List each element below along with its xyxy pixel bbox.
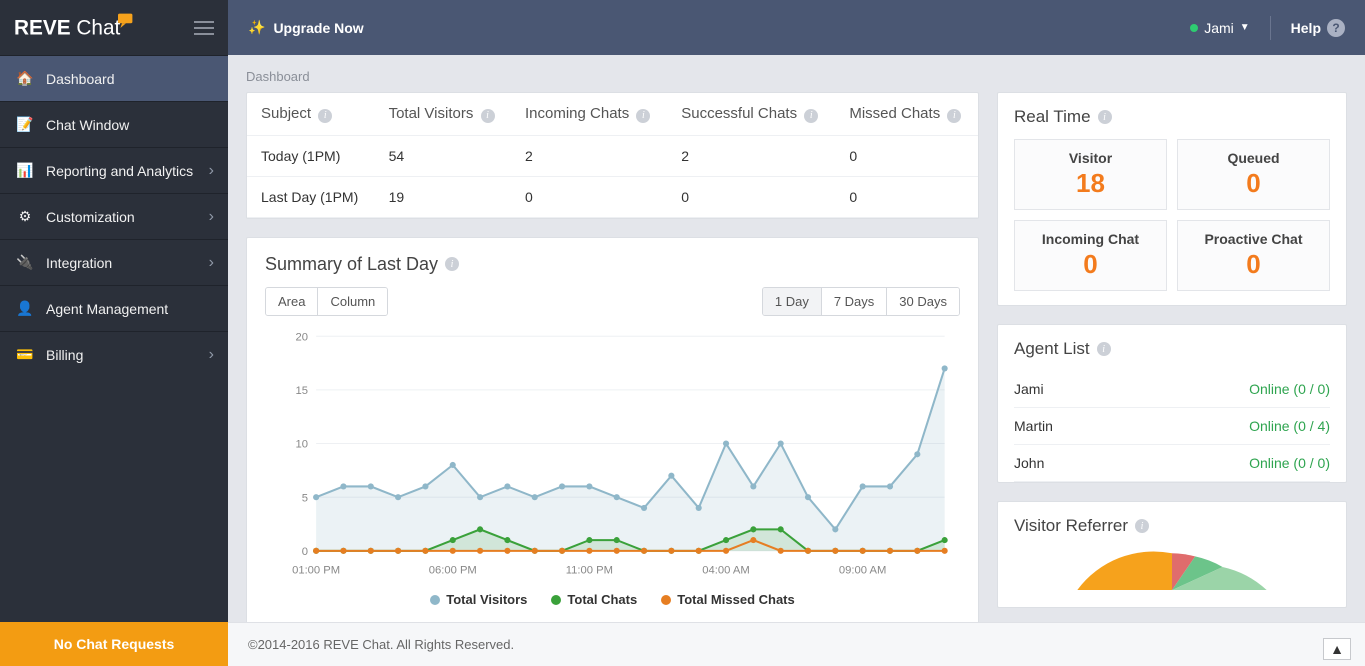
- area-button[interactable]: Area: [266, 288, 317, 315]
- legend-missed: Total Missed Chats: [677, 592, 795, 607]
- legend-visitors: Total Visitors: [446, 592, 527, 607]
- breadcrumb: Dashboard: [246, 69, 1347, 84]
- upgrade-button[interactable]: ✨ Upgrade Now: [248, 19, 364, 36]
- agent-row: JamiOnline (0 / 0): [1014, 371, 1330, 408]
- caret-down-icon: ▼: [1240, 22, 1250, 33]
- th-visitors: Total Visitors i: [375, 93, 511, 135]
- info-icon: i: [947, 109, 961, 123]
- scroll-top-button[interactable]: ▲: [1323, 638, 1351, 660]
- edit-icon: 📝: [16, 116, 34, 133]
- svg-text:REVE: REVE: [14, 16, 71, 39]
- info-icon: i: [1097, 342, 1111, 356]
- menu-toggle-icon[interactable]: [194, 21, 214, 35]
- legend-chats: Total Chats: [567, 592, 637, 607]
- agent-list-title: Agent Listi: [1014, 339, 1330, 359]
- nav-label: Agent Management: [46, 301, 168, 317]
- column-button[interactable]: Column: [317, 288, 387, 315]
- realtime-panel: Real Timei Visitor18 Queued0 Incoming Ch…: [997, 92, 1347, 306]
- referrer-title: Visitor Referreri: [1014, 516, 1330, 536]
- referrer-chart: [1014, 548, 1330, 590]
- user-icon: 👤: [16, 300, 34, 317]
- nav-label: Dashboard: [46, 71, 115, 87]
- info-icon: i: [318, 109, 332, 123]
- nav-label: Reporting and Analytics: [46, 163, 193, 179]
- summary-panel: Summary of Last Dayi Area Column 1 Day 7…: [246, 237, 979, 623]
- chevron-right-icon: ›: [209, 346, 214, 364]
- info-icon: i: [1098, 110, 1112, 124]
- chevron-right-icon: ›: [209, 208, 214, 226]
- nav-billing[interactable]: 💳 Billing ›: [0, 331, 228, 377]
- svg-text:10: 10: [295, 438, 308, 450]
- svg-text:01:00 PM: 01:00 PM: [292, 564, 340, 576]
- help-icon: ?: [1327, 19, 1345, 37]
- chart-view-buttons: Area Column: [265, 287, 388, 316]
- nav-chat-window[interactable]: 📝 Chat Window: [0, 101, 228, 147]
- card-icon: 💳: [16, 346, 34, 363]
- agent-list[interactable]: JamiOnline (0 / 0) MartinOnline (0 / 4) …: [1014, 371, 1330, 482]
- referrer-panel: Visitor Referreri: [997, 501, 1347, 608]
- rt-proactive: Proactive Chat0: [1177, 220, 1330, 291]
- svg-text:0: 0: [302, 545, 308, 557]
- svg-text:04:00 AM: 04:00 AM: [702, 564, 749, 576]
- status-dot-icon: [1190, 24, 1198, 32]
- svg-text:5: 5: [302, 492, 308, 504]
- nav-agent-mgmt[interactable]: 👤 Agent Management: [0, 285, 228, 331]
- svg-text:06:00 PM: 06:00 PM: [429, 564, 477, 576]
- copyright: ©2014-2016 REVE Chat. All Rights Reserve…: [228, 622, 1365, 666]
- info-icon: i: [1135, 519, 1149, 533]
- range-30days-button[interactable]: 30 Days: [886, 288, 959, 315]
- logo-area: REVE Chat: [0, 0, 228, 55]
- nav-reporting[interactable]: 📊 Reporting and Analytics ›: [0, 147, 228, 193]
- agent-row: MartinOnline (0 / 4): [1014, 408, 1330, 445]
- user-menu[interactable]: Jami ▼: [1190, 20, 1249, 36]
- nav-label: Billing: [46, 347, 83, 363]
- th-successful: Successful Chats i: [667, 93, 835, 135]
- svg-text:Chat: Chat: [76, 16, 120, 39]
- chart-legend: Total Visitors Total Chats Total Missed …: [265, 592, 960, 607]
- chart-range-buttons: 1 Day 7 Days 30 Days: [762, 287, 960, 316]
- wand-icon: ✨: [248, 19, 265, 36]
- summary-title: Summary of Last Dayi: [265, 254, 960, 275]
- info-icon: i: [481, 109, 495, 123]
- chevron-right-icon: ›: [209, 254, 214, 272]
- plug-icon: 🔌: [16, 254, 34, 271]
- svg-text:09:00 AM: 09:00 AM: [839, 564, 886, 576]
- range-1day-button[interactable]: 1 Day: [763, 288, 821, 315]
- nav-integration[interactable]: 🔌 Integration ›: [0, 239, 228, 285]
- info-icon: i: [636, 109, 650, 123]
- summary-chart: 0 5 10 15 20 01:00 PM 06:00 PM 11:00 PM 04:00 AM…: [265, 326, 960, 582]
- svg-text:11:00 PM: 11:00 PM: [566, 564, 613, 576]
- info-icon: i: [445, 257, 459, 271]
- home-icon: 🏠: [16, 70, 34, 87]
- brand-logo: REVE Chat: [14, 12, 158, 44]
- nav-label: Customization: [46, 209, 135, 225]
- chevron-right-icon: ›: [209, 162, 214, 180]
- stats-table-panel: Subject i Total Visitors i Incoming Chat…: [246, 92, 979, 219]
- gear-icon: ⚙: [16, 208, 34, 225]
- realtime-title: Real Timei: [1014, 107, 1330, 127]
- table-row: Today (1PM)54220: [247, 135, 978, 176]
- nav-dashboard[interactable]: 🏠 Dashboard: [0, 55, 228, 101]
- agent-row: JohnOnline (0 / 0): [1014, 445, 1330, 482]
- chat-requests-bar[interactable]: No Chat Requests: [0, 622, 228, 666]
- svg-text:15: 15: [295, 384, 308, 396]
- nav-label: Integration: [46, 255, 112, 271]
- svg-text:20: 20: [295, 331, 308, 343]
- agent-list-panel: Agent Listi JamiOnline (0 / 0) MartinOnl…: [997, 324, 1347, 483]
- help-link[interactable]: Help ?: [1291, 19, 1345, 37]
- nav-customization[interactable]: ⚙ Customization ›: [0, 193, 228, 239]
- chart-icon: 📊: [16, 162, 34, 179]
- nav-label: Chat Window: [46, 117, 129, 133]
- th-missed: Missed Chats i: [835, 93, 978, 135]
- th-incoming: Incoming Chats i: [511, 93, 667, 135]
- range-7days-button[interactable]: 7 Days: [821, 288, 886, 315]
- rt-visitor: Visitor18: [1014, 139, 1167, 210]
- info-icon: i: [804, 109, 818, 123]
- table-row: Last Day (1PM)19000: [247, 176, 978, 217]
- rt-queued: Queued0: [1177, 139, 1330, 210]
- arrow-up-icon: ▲: [1330, 641, 1344, 657]
- rt-incoming: Incoming Chat0: [1014, 220, 1167, 291]
- th-subject: Subject i: [247, 93, 375, 135]
